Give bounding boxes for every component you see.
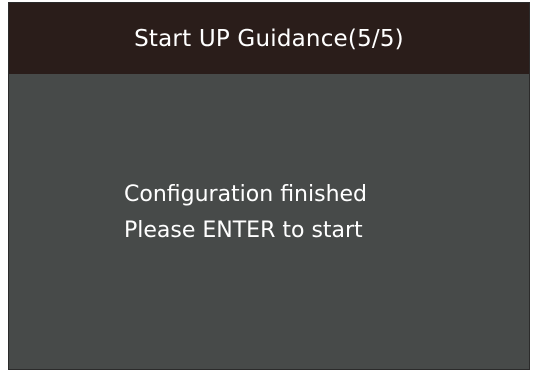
page-title: Start UP Guidance(5/5): [134, 25, 404, 52]
message-line-2: Please ENTER to start: [124, 218, 363, 243]
device-screen: Start UP Guidance(5/5) Configuration fin…: [8, 2, 530, 370]
message-line-1: Configuration finished: [124, 182, 368, 207]
content-area: Configuration finished Please ENTER to s…: [9, 74, 529, 369]
title-bar: Start UP Guidance(5/5): [9, 3, 529, 74]
status-message: Configuration finished Please ENTER to s…: [124, 177, 367, 249]
